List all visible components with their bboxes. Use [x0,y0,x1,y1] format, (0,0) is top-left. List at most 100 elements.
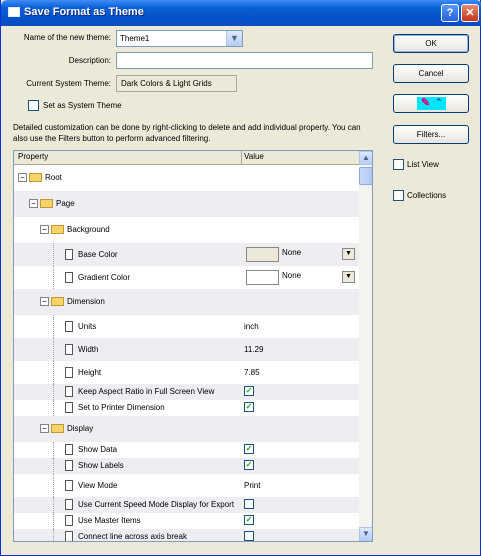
ok-button[interactable]: OK [393,34,469,53]
color-value: None [282,248,302,257]
color-swatch[interactable] [246,270,279,285]
document-icon [65,272,73,283]
list-view-label: List View [407,160,439,169]
tree-folder-row[interactable]: − Dimension [14,289,359,315]
scroll-down-icon[interactable]: ▼ [359,527,372,541]
tree-connector [53,458,54,474]
property-checkbox[interactable] [244,531,254,541]
property-row[interactable]: Use Current Speed Mode Display for Expor… [14,497,359,513]
expand-toggle-icon[interactable]: − [40,424,49,433]
property-label: Gradient Color [78,273,131,282]
theme-edit-button[interactable]: ✎ ⌃ [393,94,469,113]
close-icon[interactable]: ✕ [461,4,479,22]
property-value[interactable]: 7.85 [244,368,260,377]
expand-toggle-icon[interactable]: − [40,297,49,306]
list-view-checkbox[interactable] [393,159,404,170]
description-field[interactable] [116,52,373,69]
current-theme-label: Current System Theme: [26,79,111,88]
tree-connector [53,529,54,541]
tree-folder-row[interactable]: − Background [14,217,359,243]
property-grid[interactable]: Property Value − Root − Page − Background Base… [13,150,373,542]
set-system-theme-checkbox[interactable] [28,100,39,111]
tree-folder-row[interactable]: − Page [14,191,359,217]
document-icon [65,515,73,526]
document-icon [65,460,73,471]
vertical-scrollbar[interactable]: ▲ ▼ [359,151,372,541]
chevron-up-icon: ⌃ [435,97,443,107]
property-row[interactable]: Units inch [14,315,359,338]
document-icon [65,249,73,260]
property-value[interactable]: 11.29 [244,345,263,354]
property-row[interactable]: View Mode Print [14,474,359,497]
property-label: Use Master Items [78,516,141,525]
property-row[interactable]: Show Labels ✓ [14,458,359,474]
tree-connector [53,442,54,458]
property-row[interactable]: Base Color None ▼ [14,243,359,266]
theme-name-label: Name of the new theme: [23,33,111,42]
property-label: Show Data [78,445,118,454]
folder-icon [51,297,64,306]
scroll-up-icon[interactable]: ▲ [359,151,372,165]
document-icon [65,386,73,397]
document-icon [65,344,73,355]
property-checkbox[interactable]: ✓ [244,402,254,412]
dropdown-arrow-icon[interactable]: ▼ [342,271,355,283]
folder-icon [51,225,64,234]
collections-checkbox[interactable] [393,190,404,201]
property-label: Width [78,345,99,354]
property-row[interactable]: Set to Printer Dimension ✓ [14,400,359,416]
set-system-theme-label: Set as System Theme [43,101,122,110]
window-icon [8,7,20,17]
property-label: Use Current Speed Mode Display for Expor… [78,500,235,509]
tree-connector [53,266,54,289]
property-checkbox[interactable] [244,499,254,509]
tree-node-label: Page [56,199,75,208]
tree-folder-row[interactable]: − Root [14,165,359,191]
property-label: Units [78,322,97,331]
property-checkbox[interactable]: ✓ [244,460,254,470]
tree-node-label: Dimension [67,297,105,306]
column-divider[interactable] [241,151,242,165]
property-row[interactable]: Use Master Items ✓ [14,513,359,529]
property-row[interactable]: Gradient Color None ▼ [14,266,359,289]
dropdown-arrow-icon[interactable]: ▼ [342,248,355,260]
property-value[interactable]: inch [244,322,259,331]
property-row[interactable]: Show Data ✓ [14,442,359,458]
property-row[interactable]: Height 7.85 [14,361,359,384]
scroll-thumb[interactable] [359,167,372,185]
tree-connector [53,243,54,266]
property-checkbox[interactable]: ✓ [244,386,254,396]
document-icon [65,444,73,455]
document-icon [65,499,73,510]
expand-toggle-icon[interactable]: − [18,173,27,182]
property-label: Base Color [78,250,118,259]
property-label: Height [78,368,102,377]
filters-button[interactable]: Filters... [393,125,469,144]
column-property-header[interactable]: Property [18,152,48,161]
property-value[interactable]: Print [244,481,260,490]
tree-node-label: Root [45,173,62,182]
color-value: None [282,271,302,280]
property-row[interactable]: Width 11.29 [14,338,359,361]
theme-name-combo[interactable]: Theme1 ▼ [116,30,243,47]
description-label: Description: [68,56,111,65]
help-icon[interactable]: ? [441,4,459,22]
customization-hint: Detailed customization can be done by ri… [13,123,361,143]
tree-folder-row[interactable]: − Display [14,416,359,442]
tree-connector [53,338,54,361]
color-swatch[interactable] [246,247,279,262]
document-icon [65,321,73,332]
property-label: Set to Printer Dimension [78,403,165,412]
property-row[interactable]: Connect line across axis break [14,529,359,541]
property-row[interactable]: Keep Aspect Ratio in Full Screen View ✓ [14,384,359,400]
combo-arrow-icon[interactable]: ▼ [226,31,242,46]
title-bar[interactable]: Save Format as Theme ? ✕ [1,0,481,26]
cancel-button[interactable]: Cancel [393,64,469,83]
column-value-header[interactable]: Value [244,152,264,161]
property-checkbox[interactable]: ✓ [244,515,254,525]
tree-connector [53,474,54,497]
expand-toggle-icon[interactable]: − [40,225,49,234]
save-format-as-theme-dialog: Save Format as Theme ? ✕ Name of the new… [0,0,481,556]
property-checkbox[interactable]: ✓ [244,444,254,454]
expand-toggle-icon[interactable]: − [29,199,38,208]
